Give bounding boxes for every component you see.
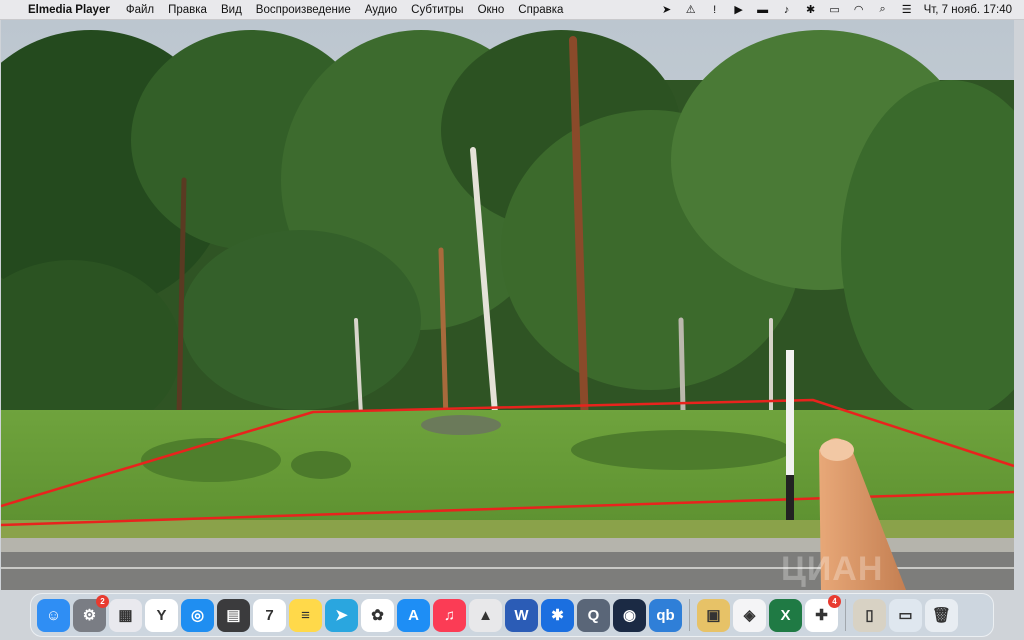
app-name-menu[interactable]: Elmedia Player	[28, 4, 110, 16]
menu-file[interactable]: Файл	[126, 4, 154, 16]
battery-icon[interactable]: ▭	[828, 3, 842, 16]
quicktime-icon[interactable]: Q	[577, 598, 610, 632]
fingernail	[820, 439, 854, 461]
photos-icon[interactable]: ✿	[361, 598, 394, 632]
steam-icon[interactable]: ◉	[613, 598, 646, 632]
system-preferences-icon[interactable]: ⚙ 2	[73, 594, 109, 632]
dock-separator	[689, 599, 690, 631]
elmedia-player-glyph: ▲	[478, 606, 493, 624]
safari-glyph: ◎	[190, 607, 205, 624]
calculator-glyph: ▤	[226, 607, 241, 624]
qbittorrent-glyph: qb	[656, 606, 675, 624]
calendar-glyph: 7	[265, 606, 274, 624]
menu-clock[interactable]: Чт, 7 нояб. 17:40	[924, 4, 1012, 16]
preview-icon[interactable]: ▭	[889, 598, 922, 632]
bluetooth-app-icon[interactable]: ✱	[541, 598, 574, 632]
control-center-icon[interactable]: ☰	[900, 3, 914, 16]
excel-glyph: X	[780, 606, 791, 624]
warning-icon[interactable]: ⚠	[684, 3, 698, 16]
yandex-browser-glyph: Y	[156, 606, 167, 624]
office-glyph: ✚	[815, 607, 828, 624]
play-status-icon[interactable]: ▶	[732, 3, 746, 16]
app-store-icon[interactable]: A	[397, 598, 430, 632]
menu-audio[interactable]: Аудио	[365, 4, 397, 16]
system-preferences-glyph: ⚙	[82, 607, 97, 624]
menu-window[interactable]: Окно	[478, 4, 505, 16]
video-scene	[1, 20, 1014, 590]
search-icon[interactable]: ⌕	[876, 3, 890, 16]
photos-glyph: ✿	[371, 607, 384, 624]
launchpad-icon[interactable]: ▦	[109, 598, 142, 632]
archive-glyph: ▣	[706, 607, 721, 624]
menu-bar: Elmedia Player Файл Правка Вид Воспроизв…	[0, 0, 1024, 20]
elmedia-player-icon[interactable]: ▲	[469, 598, 502, 632]
menu-help[interactable]: Справка	[518, 4, 563, 16]
safari-icon[interactable]: ◎	[181, 598, 214, 632]
calendar-icon[interactable]: 7	[253, 598, 286, 632]
info-icon[interactable]: !	[708, 4, 722, 16]
menu-edit[interactable]: Правка	[168, 4, 207, 16]
watermark-text: ЦИАН	[781, 550, 884, 588]
notes-icon[interactable]: ≡	[289, 598, 322, 632]
menu-view[interactable]: Вид	[221, 4, 242, 16]
notes-glyph: ≡	[301, 606, 310, 624]
forest	[1, 30, 1014, 440]
dock: ☺ ⚙ 2 ▦ Y ◎ ▤ 7 ≡ ➤ ✿ A ♫ ▲ W ✱ Q ◉ qb ▣ ◈ X ✚ 4 ▯ ▭ 🗑	[30, 593, 994, 637]
notification-badge: 2	[96, 594, 109, 608]
virtualbox-glyph: ◈	[743, 607, 756, 624]
menu-subtitles[interactable]: Субтитры	[411, 4, 463, 16]
bluetooth-icon[interactable]: ✱	[804, 3, 818, 16]
yandex-browser-icon[interactable]: Y	[145, 598, 178, 632]
word-glyph: W	[514, 606, 529, 624]
virtualbox-icon[interactable]: ◈	[733, 598, 766, 632]
office-icon[interactable]: ✚ 4	[805, 594, 841, 632]
finder-icon[interactable]: ☺	[37, 598, 70, 632]
marker-post	[786, 350, 794, 520]
trash-icon[interactable]: 🗑	[925, 598, 958, 632]
volume-icon[interactable]: ♪	[780, 4, 794, 16]
telegram-status-icon[interactable]: ➤	[660, 3, 674, 16]
wifi-icon[interactable]: ◠	[852, 3, 866, 16]
steam-glyph: ◉	[622, 607, 637, 624]
word-icon[interactable]: W	[505, 598, 538, 632]
quicktime-glyph: Q	[587, 606, 600, 624]
video-frame[interactable]: ЦИАН	[1, 20, 1014, 590]
preview-glyph: ▭	[898, 607, 913, 624]
menu-playback[interactable]: Воспроизведение	[256, 4, 351, 16]
trash-glyph: 🗑	[931, 607, 952, 624]
music-icon[interactable]: ♫	[433, 598, 466, 632]
qbittorrent-icon[interactable]: qb	[649, 598, 682, 632]
finder-glyph: ☺	[45, 606, 62, 624]
document-glyph: ▯	[865, 607, 874, 624]
flag-icon[interactable]: ▬	[756, 4, 770, 16]
launchpad-glyph: ▦	[118, 607, 133, 624]
calculator-icon[interactable]: ▤	[217, 598, 250, 632]
document-icon[interactable]: ▯	[853, 598, 886, 632]
excel-icon[interactable]: X	[769, 598, 802, 632]
bluetooth-app-glyph: ✱	[551, 607, 564, 624]
app-store-glyph: A	[408, 606, 419, 624]
telegram-glyph: ➤	[335, 607, 348, 624]
telegram-icon[interactable]: ➤	[325, 598, 358, 632]
dock-separator	[845, 599, 846, 631]
archive-icon[interactable]: ▣	[697, 598, 730, 632]
music-glyph: ♫	[443, 606, 456, 624]
notification-badge: 4	[828, 594, 841, 608]
